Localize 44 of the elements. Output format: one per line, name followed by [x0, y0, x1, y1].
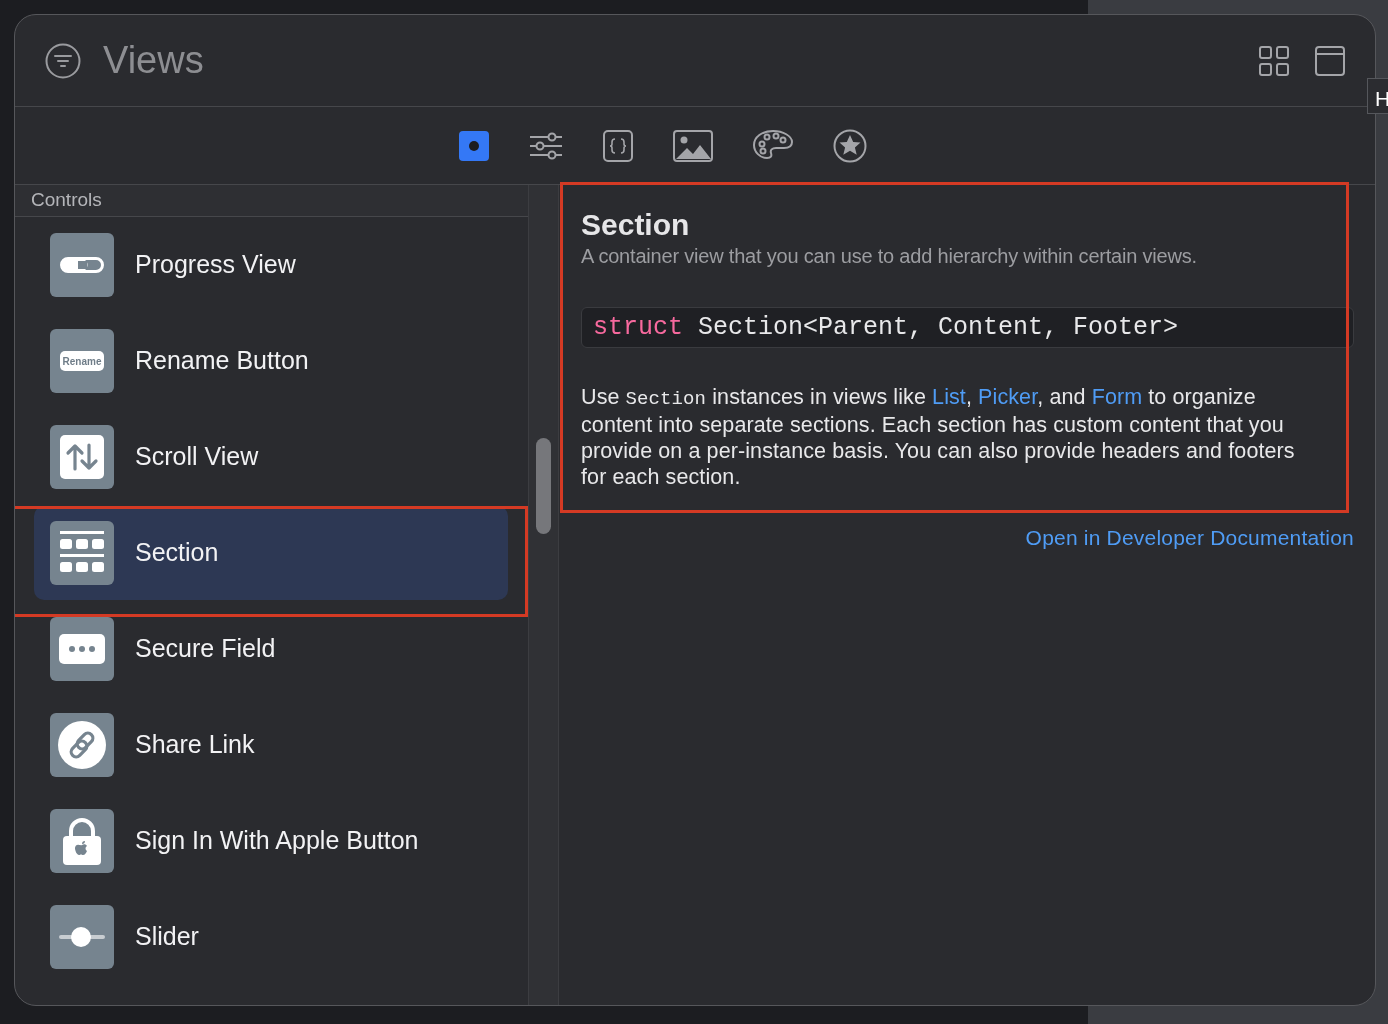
library-item[interactable]: Secure Field [34, 602, 508, 696]
library-item[interactable]: Slider [34, 890, 508, 984]
modifiers-tab[interactable] [529, 130, 563, 161]
item-label: Sign In With Apple Button [135, 825, 419, 857]
item-label: Scroll View [135, 441, 259, 473]
group-header: Controls [15, 185, 528, 217]
symbols-tab[interactable] [833, 128, 867, 163]
documentation-link[interactable]: Open in Developer Documentation [1025, 522, 1354, 554]
library-item[interactable]: Sign In With Apple Button [34, 794, 508, 888]
declaration-code: struct Section<Parent, Content, Footer> [581, 307, 1354, 348]
item-label: Share Link [135, 729, 255, 761]
library-item[interactable]: Section [34, 506, 508, 600]
item-label: Secure Field [135, 633, 276, 665]
scrollbar-thumb[interactable] [536, 438, 551, 534]
slider-icon [59, 927, 105, 947]
views-tab[interactable] [459, 130, 489, 161]
inline-link[interactable]: Form [1091, 385, 1143, 409]
progress-bar-icon [60, 257, 104, 273]
media-tab[interactable] [673, 129, 713, 162]
password-dots-icon [59, 634, 105, 664]
library-item[interactable]: Scroll View [34, 410, 508, 504]
colors-tab[interactable] [753, 129, 793, 162]
inline-link[interactable]: Picker [978, 385, 1038, 409]
search-field[interactable]: Views [103, 32, 204, 89]
detail-title: Section [581, 207, 691, 243]
item-label: Slider [135, 921, 199, 953]
window-icon[interactable] [1315, 45, 1345, 76]
lock-icon [63, 817, 101, 865]
filter-icon[interactable] [45, 42, 81, 79]
description-paragraph: Use Section instances in views like List, Picker, and Form to organize content into separate sections. Each section has custom content that you provide on a per-instance basis. You can also provide headers and footers for each section. [581, 384, 1296, 490]
up-down-arrows-icon [60, 435, 104, 479]
snippets-tab[interactable] [603, 129, 633, 162]
link-icon [58, 721, 106, 769]
rename-icon: Rename [59, 351, 105, 371]
grid-view-icon[interactable] [1259, 45, 1289, 76]
library-item[interactable]: Rename Rename Button [34, 314, 508, 408]
item-label: Progress View [135, 249, 296, 281]
item-label: Section [135, 537, 219, 569]
inline-link[interactable]: List [932, 385, 966, 409]
tooltip: H [1367, 78, 1388, 114]
library-item[interactable]: Share Link [34, 698, 508, 792]
library-item[interactable]: Progress View [34, 218, 508, 312]
summary-text: A container view that you can use to add hierarchy within certain views. [581, 244, 1198, 269]
item-label: Rename Button [135, 345, 309, 377]
